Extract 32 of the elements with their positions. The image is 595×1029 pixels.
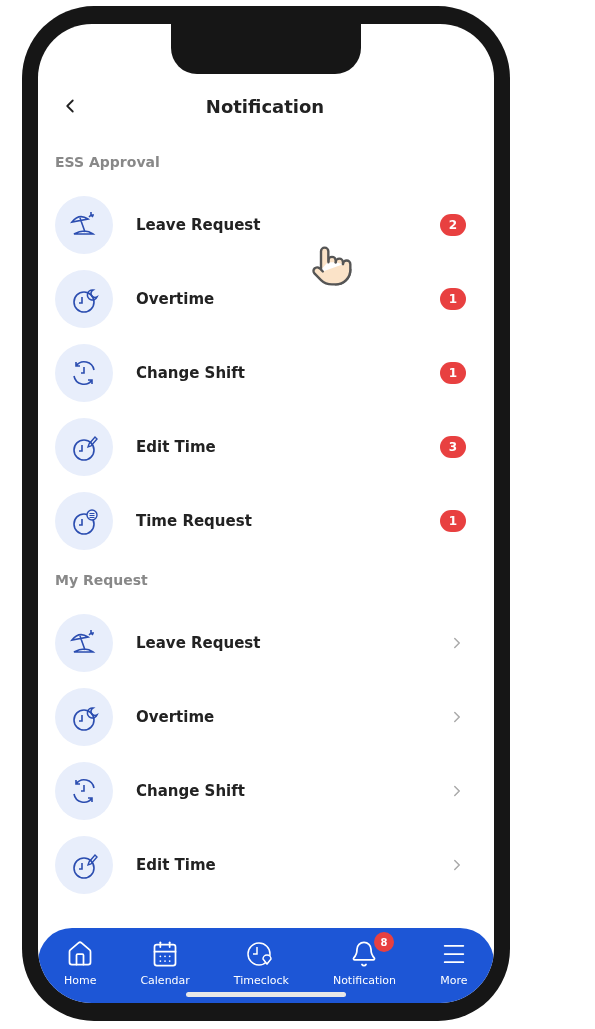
row-label: Edit Time — [136, 438, 217, 456]
request-row[interactable]: Leave Request — [38, 606, 494, 680]
count-badge: 1 — [440, 362, 466, 384]
section-title: ESS Approval — [54, 153, 161, 172]
row-label: Edit Time — [136, 856, 217, 874]
nav-tab[interactable]: 8 Notification — [324, 932, 405, 987]
count-badge: 3 — [440, 436, 466, 458]
notification-badge: 8 — [374, 932, 395, 952]
row-label: Change Shift — [136, 782, 246, 800]
hand-pointer-icon — [310, 244, 354, 288]
row-label: Leave Request — [136, 634, 262, 652]
request-row[interactable]: Leave Request 2 — [38, 188, 494, 262]
request-row[interactable]: Change Shift — [38, 754, 494, 828]
screen-title: Notification — [204, 95, 326, 117]
nav-tab[interactable]: Home — [55, 932, 105, 987]
request-row[interactable]: Edit Time — [38, 828, 494, 902]
nav-tab[interactable]: More — [431, 932, 476, 987]
request-row[interactable]: Change Shift 1 — [38, 336, 494, 410]
count-badge: 1 — [440, 510, 466, 532]
request-row[interactable]: Overtime — [38, 680, 494, 754]
row-label: Change Shift — [136, 364, 246, 382]
row-label: Overtime — [136, 708, 216, 726]
request-row[interactable]: Time Request 1 — [38, 484, 494, 558]
row-label: Overtime — [136, 290, 216, 308]
nav-tab[interactable]: Calendar — [132, 932, 198, 987]
request-row[interactable]: Edit Time 3 — [38, 410, 494, 484]
row-label: Time Request — [136, 512, 253, 530]
row-label: Leave Request — [136, 216, 262, 234]
section-title: My Request — [54, 571, 149, 590]
count-badge: 2 — [440, 214, 466, 236]
nav-tab[interactable]: Timeclock — [225, 932, 297, 987]
count-badge: 1 — [440, 288, 466, 310]
